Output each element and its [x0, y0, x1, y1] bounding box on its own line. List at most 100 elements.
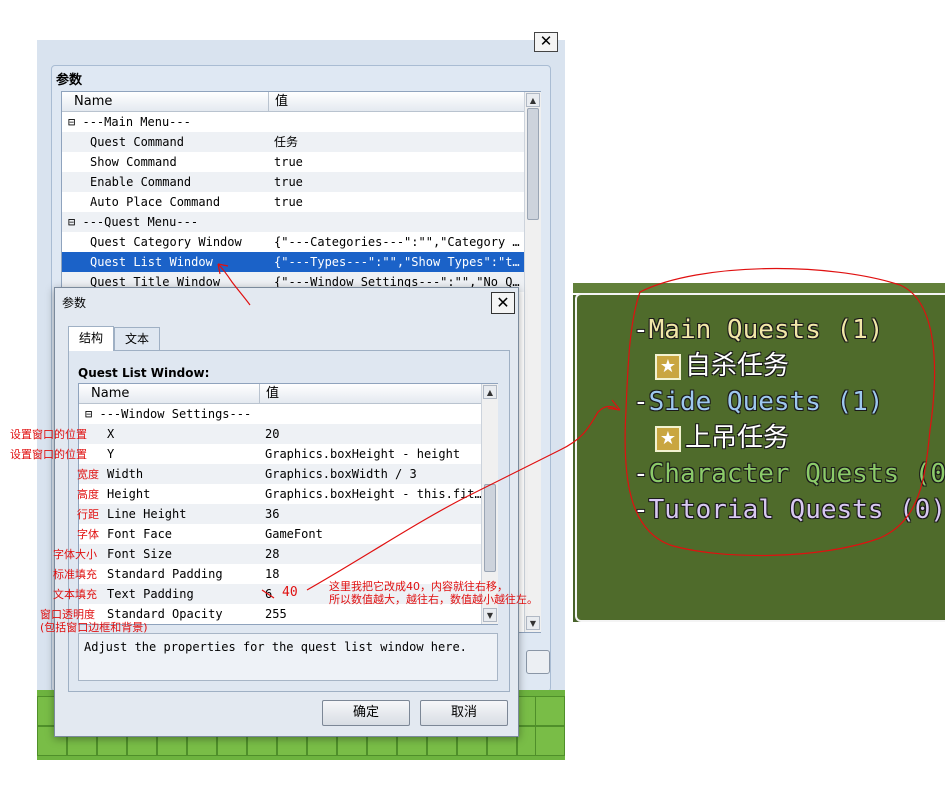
- outer-row-value: true: [274, 155, 303, 169]
- annotation-line-height: 行距: [77, 508, 99, 521]
- annotation-standard-padding: 标准填充: [53, 568, 97, 581]
- inner-row-name-text: ---Window Settings---: [99, 407, 252, 421]
- outer-row-name: Quest List Window: [90, 255, 213, 269]
- ok-button[interactable]: 确定: [322, 700, 410, 726]
- annotation-y: 设置窗口的位置: [10, 448, 87, 461]
- quest-list-game-window: -Main Quests (1) ★ 自杀任务 -Side Quests (1) …: [575, 293, 945, 622]
- outer-row-quest-menu[interactable]: ⊟ ---Quest Menu---: [62, 212, 524, 232]
- outer-row-name-text: ---Quest Menu---: [82, 215, 199, 229]
- annotation-font-size: 字体大小: [53, 548, 97, 561]
- annotation-new-value: 40: [282, 585, 298, 600]
- inner-row-line-height[interactable]: Line Height 36: [79, 504, 481, 524]
- annotation-note-line2: 所以数值越大，越往右，数值越小越往左。: [329, 593, 538, 606]
- inner-row-name: Font Size: [107, 547, 173, 561]
- outer-row-main-menu[interactable]: ⊟ ---Main Menu---: [62, 112, 524, 132]
- outer-column-value-header[interactable]: 值: [268, 92, 525, 112]
- annotation-height: 高度: [77, 488, 99, 501]
- category-label: Character Quests (0): [648, 459, 945, 489]
- annotation-opacity-line2: (包括窗口边框和背景): [40, 621, 148, 634]
- inner-row-name: Line Height: [107, 507, 187, 521]
- quest-category-main: -Main Quests (1): [633, 315, 883, 345]
- outer-row-quest-category-window[interactable]: Quest Category Window {"---Categories---…: [62, 232, 524, 252]
- inner-row-font-size[interactable]: Font Size 28: [79, 544, 481, 564]
- category-label: Tutorial Quests (0): [648, 495, 945, 525]
- inner-col-name-label: Name: [91, 386, 130, 401]
- inner-row-width[interactable]: Width Graphics.boxWidth / 3: [79, 464, 481, 484]
- inner-row-y[interactable]: Y Graphics.boxHeight - height: [79, 444, 481, 464]
- inner-row-value: 28: [265, 547, 280, 561]
- collapse-icon[interactable]: ⊟: [68, 115, 75, 129]
- inner-close-button[interactable]: ✕: [491, 292, 515, 314]
- category-dash: -: [633, 387, 649, 417]
- outer-row-value: 任务: [274, 135, 299, 149]
- inner-row-value: Graphics.boxWidth / 3: [265, 467, 417, 481]
- outer-col-value-label: 值: [275, 94, 289, 109]
- outer-row-name: Auto Place Command: [90, 195, 221, 209]
- quest-item-label: 上吊任务: [685, 423, 790, 453]
- outer-row-value: true: [274, 175, 303, 189]
- scroll-down-arrow-icon[interactable]: ▼: [483, 608, 497, 622]
- star-icon: ★: [655, 425, 681, 452]
- inner-row-value: GameFont: [265, 527, 323, 541]
- category-dash: -: [633, 459, 649, 489]
- outer-row-name-text: ---Main Menu---: [82, 115, 191, 129]
- outer-row-quest-list-window[interactable]: Quest List Window {"---Types---":"","Sho…: [62, 252, 524, 272]
- annotation-x: 设置窗口的位置: [10, 428, 87, 441]
- scroll-up-arrow-icon[interactable]: ▲: [526, 93, 540, 107]
- inner-row-name: Standard Padding: [107, 567, 223, 581]
- outer-row-quest-command[interactable]: Quest Command 任务: [62, 132, 524, 152]
- outer-col-name-label: Name: [74, 94, 113, 109]
- inner-row-name: Height: [107, 487, 151, 501]
- inner-row-value: 36: [265, 507, 280, 521]
- cancel-button[interactable]: 取消: [420, 700, 508, 726]
- outer-column-name-header[interactable]: Name: [62, 92, 268, 112]
- star-icon: ★: [655, 353, 681, 380]
- inner-column-value-header[interactable]: 值: [259, 384, 482, 404]
- outer-row-auto-place-command[interactable]: Auto Place Command true: [62, 192, 524, 212]
- outer-group-title: 参数: [56, 73, 83, 88]
- outer-scrollbar[interactable]: ▲ ▼: [524, 92, 541, 632]
- annotation-note-line1: 这里我把它改成40，内容就往右移，: [329, 580, 508, 593]
- outer-dialog-button[interactable]: [526, 650, 550, 674]
- outer-close-button[interactable]: ✕: [534, 32, 558, 52]
- parameter-description-box: Adjust the properties for the quest list…: [78, 633, 498, 681]
- inner-row-height[interactable]: Height Graphics.boxHeight - this.fit…: [79, 484, 482, 504]
- inner-row-value: Graphics.boxHeight - this.fit…: [265, 487, 482, 501]
- inner-row-value: 20: [265, 427, 280, 441]
- inner-col-value-label: 值: [266, 386, 280, 401]
- annotation-width: 宽度: [77, 468, 99, 481]
- inner-row-window-settings[interactable]: ⊟ ---Window Settings---: [79, 404, 481, 424]
- inner-row-font-face[interactable]: Font Face GameFont: [79, 524, 481, 544]
- outer-row-name: Quest Command: [90, 135, 184, 149]
- tab-structure[interactable]: 结构: [68, 326, 114, 351]
- inner-section-title: Quest List Window:: [78, 366, 210, 380]
- inner-row-value: Graphics.boxHeight - height: [265, 447, 461, 461]
- outer-row-name: Quest Category Window: [90, 235, 242, 249]
- collapse-icon[interactable]: ⊟: [85, 407, 92, 421]
- collapse-icon[interactable]: ⊟: [68, 215, 75, 229]
- outer-row-name: Enable Command: [90, 175, 192, 189]
- outer-row-show-command[interactable]: Show Command true: [62, 152, 524, 172]
- outer-row-enable-command[interactable]: Enable Command true: [62, 172, 524, 192]
- tab-text[interactable]: 文本: [114, 327, 160, 350]
- inner-row-name: Text Padding: [107, 587, 194, 601]
- quest-category-character: -Character Quests (0): [633, 459, 945, 489]
- inner-row-value: 255: [265, 607, 287, 621]
- inner-row-name: X: [107, 427, 115, 441]
- quest-category-side: -Side Quests (1): [633, 387, 883, 417]
- outer-row-value: true: [274, 195, 303, 209]
- category-dash: -: [633, 495, 649, 525]
- category-label: Main Quests (1): [648, 315, 884, 345]
- outer-row-name: ⊟ ---Quest Menu---: [68, 212, 198, 232]
- outer-scroll-thumb[interactable]: [527, 108, 539, 220]
- inner-dialog-title: 参数: [62, 296, 87, 310]
- inner-scroll-thumb[interactable]: [484, 484, 496, 572]
- inner-row-x[interactable]: X 20: [79, 424, 481, 444]
- quest-category-tutorial: -Tutorial Quests (0): [633, 495, 945, 525]
- scroll-up-arrow-icon[interactable]: ▲: [483, 385, 497, 399]
- scroll-down-arrow-icon[interactable]: ▼: [526, 616, 540, 630]
- quest-item-hanging: ★ 上吊任务: [655, 423, 789, 453]
- annotation-font-face: 字体: [77, 528, 99, 541]
- inner-column-name-header[interactable]: Name: [79, 384, 259, 404]
- category-dash: -: [633, 315, 649, 345]
